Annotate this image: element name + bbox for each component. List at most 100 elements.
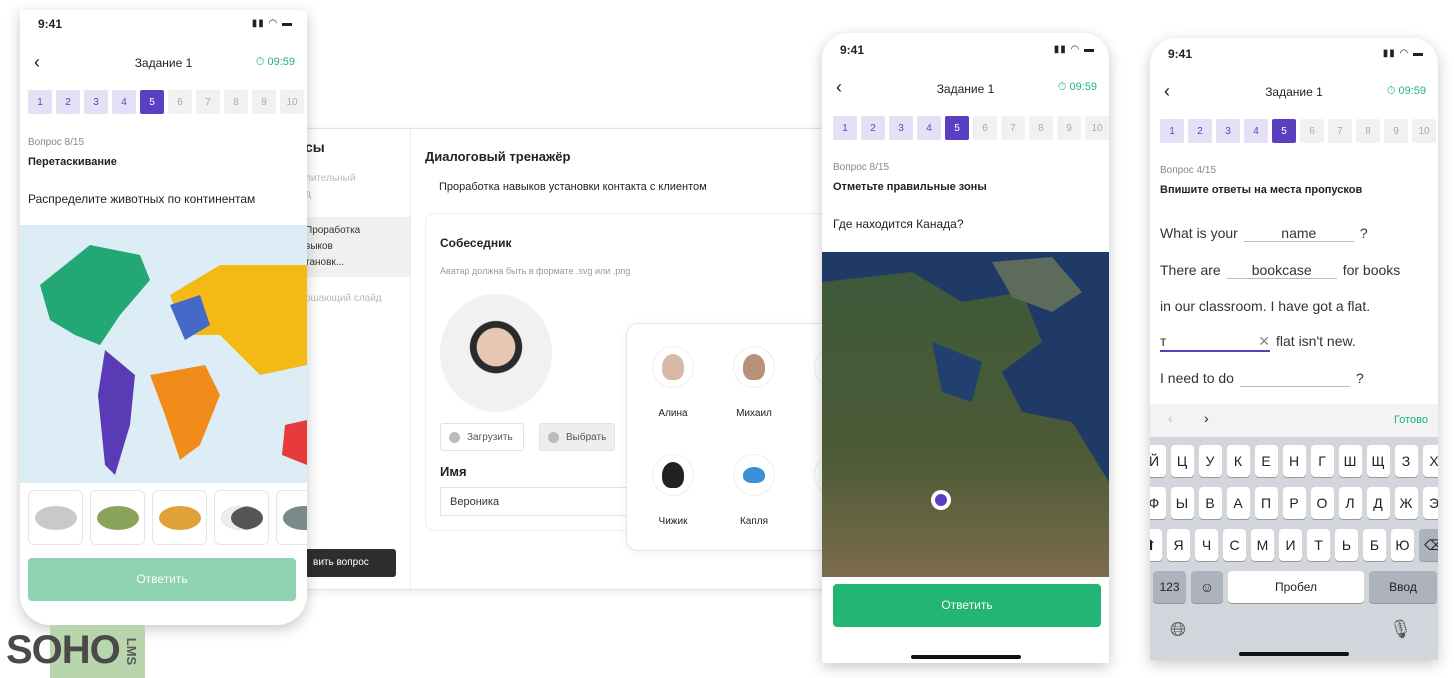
question-number-2[interactable]: 2 (861, 116, 885, 140)
key-У[interactable]: У (1198, 445, 1222, 477)
question-number-1[interactable]: 1 (833, 116, 857, 140)
question-number-9[interactable]: 9 (1384, 119, 1408, 143)
question-number-8[interactable]: 8 (224, 90, 248, 114)
key-К[interactable]: К (1226, 445, 1250, 477)
question-number-5[interactable]: 5 (945, 116, 969, 140)
question-number-2[interactable]: 2 (56, 90, 80, 114)
key-Н[interactable]: Н (1282, 445, 1306, 477)
key-Д[interactable]: Д (1366, 487, 1390, 519)
key-Х[interactable]: Х (1422, 445, 1438, 477)
sentence-2: There are bookcase for books (1160, 262, 1401, 279)
prev-icon[interactable]: ‹ (1168, 410, 1173, 426)
question-number-7[interactable]: 7 (196, 90, 220, 114)
key-Л[interactable]: Л (1338, 487, 1362, 519)
key-Ч[interactable]: Ч (1195, 529, 1218, 561)
key-З[interactable]: З (1394, 445, 1418, 477)
question-number-9[interactable]: 9 (252, 90, 276, 114)
question-number-6[interactable]: 6 (168, 90, 192, 114)
upload-button[interactable]: Загрузить (440, 423, 524, 451)
next-icon[interactable]: › (1204, 410, 1209, 426)
question-number-3[interactable]: 3 (889, 116, 913, 140)
key-Е[interactable]: Е (1254, 445, 1278, 477)
name-input[interactable] (440, 487, 640, 516)
key-Э[interactable]: Э (1422, 487, 1438, 519)
key-Ь[interactable]: Ь (1335, 529, 1358, 561)
clear-icon[interactable]: ✕ (1258, 333, 1270, 350)
sidebar-item-selected[interactable]: Проработка выков тановк... (291, 217, 410, 277)
question-number-2[interactable]: 2 (1188, 119, 1212, 143)
animal-tile[interactable] (214, 490, 269, 545)
key-Я[interactable]: Я (1167, 529, 1190, 561)
question-number-6[interactable]: 6 (973, 116, 997, 140)
question-number-8[interactable]: 8 (1029, 116, 1053, 140)
blank-input[interactable]: name (1243, 225, 1354, 242)
animal-tile[interactable] (152, 490, 207, 545)
sidebar-item[interactable]: ршающий слайд (305, 291, 382, 307)
key-О[interactable]: О (1310, 487, 1334, 519)
question-number-6[interactable]: 6 (1300, 119, 1324, 143)
question-number-1[interactable]: 1 (28, 90, 52, 114)
question-number-4[interactable]: 4 (112, 90, 136, 114)
key-Б[interactable]: Б (1363, 529, 1386, 561)
animal-tile[interactable] (28, 490, 83, 545)
question-number-7[interactable]: 7 (1328, 119, 1352, 143)
key-Ю[interactable]: Ю (1391, 529, 1414, 561)
timer: ⏱ 09:59 (1386, 85, 1426, 97)
key-Р[interactable]: Р (1282, 487, 1306, 519)
space-key[interactable]: Пробел (1228, 571, 1364, 603)
emoji-key[interactable]: ☺ (1191, 571, 1223, 603)
question-number-10[interactable]: 10 (280, 90, 304, 114)
question-number-7[interactable]: 7 (1001, 116, 1025, 140)
key-А[interactable]: А (1226, 487, 1250, 519)
key-Ш[interactable]: Ш (1338, 445, 1362, 477)
blank-input[interactable] (1239, 370, 1350, 387)
numbers-key[interactable]: 123 (1153, 571, 1186, 603)
sidebar-item[interactable]: лительный д (305, 171, 355, 203)
key-Ы[interactable]: Ы (1170, 487, 1194, 519)
key-С[interactable]: С (1223, 529, 1246, 561)
key-Ж[interactable]: Ж (1394, 487, 1418, 519)
animal-tile[interactable] (90, 490, 145, 545)
character-option[interactable]: Михаил (724, 346, 784, 419)
microphone-icon[interactable]: 🎙︎ (1389, 619, 1412, 640)
done-button[interactable]: Готово (1394, 414, 1428, 426)
character-option[interactable]: Чижик (643, 454, 703, 527)
question-number-4[interactable]: 4 (917, 116, 941, 140)
key-Т[interactable]: Т (1307, 529, 1330, 561)
key-П[interactable]: П (1254, 487, 1278, 519)
key-Й[interactable]: Й (1150, 445, 1166, 477)
question-number-9[interactable]: 9 (1057, 116, 1081, 140)
answer-button[interactable]: Ответить (28, 558, 296, 601)
globe-icon[interactable]: 🌐︎ (1170, 619, 1186, 642)
key-Г[interactable]: Г (1310, 445, 1334, 477)
key-М[interactable]: М (1251, 529, 1274, 561)
question-number-5[interactable]: 5 (1272, 119, 1296, 143)
enter-key[interactable]: Ввод (1369, 571, 1437, 603)
shift-key[interactable]: ⬆ (1150, 529, 1162, 561)
question-number-10[interactable]: 10 (1412, 119, 1436, 143)
satellite-map[interactable] (822, 252, 1109, 577)
choose-button[interactable]: Выбрать (539, 423, 615, 451)
keyboard: ЙЦУКЕНГШЩЗХ ФЫВАПРОЛДЖЭ ⬆ ЯЧСМИТЬБЮ ⌫ 12… (1150, 437, 1438, 660)
animal-tile[interactable] (276, 490, 307, 545)
question-number-3[interactable]: 3 (84, 90, 108, 114)
key-И[interactable]: И (1279, 529, 1302, 561)
character-option[interactable]: Капля (724, 454, 784, 527)
blank-input-active[interactable]: т ✕ (1160, 333, 1270, 352)
answer-button[interactable]: Ответить (833, 584, 1101, 627)
blank-input[interactable]: bookcase (1226, 262, 1337, 279)
question-number-3[interactable]: 3 (1216, 119, 1240, 143)
key-Ц[interactable]: Ц (1170, 445, 1194, 477)
sentence-3: in our classroom. I have got a flat. (1160, 298, 1371, 314)
question-number-10[interactable]: 10 (1085, 116, 1109, 140)
backspace-key[interactable]: ⌫ (1419, 529, 1438, 561)
add-question-button[interactable]: вить вопрос (305, 549, 396, 577)
question-number-1[interactable]: 1 (1160, 119, 1184, 143)
question-number-5[interactable]: 5 (140, 90, 164, 114)
question-number-8[interactable]: 8 (1356, 119, 1380, 143)
key-Ф[interactable]: Ф (1150, 487, 1166, 519)
key-Щ[interactable]: Щ (1366, 445, 1390, 477)
character-option[interactable]: Алина (643, 346, 703, 419)
question-number-4[interactable]: 4 (1244, 119, 1268, 143)
key-В[interactable]: В (1198, 487, 1222, 519)
